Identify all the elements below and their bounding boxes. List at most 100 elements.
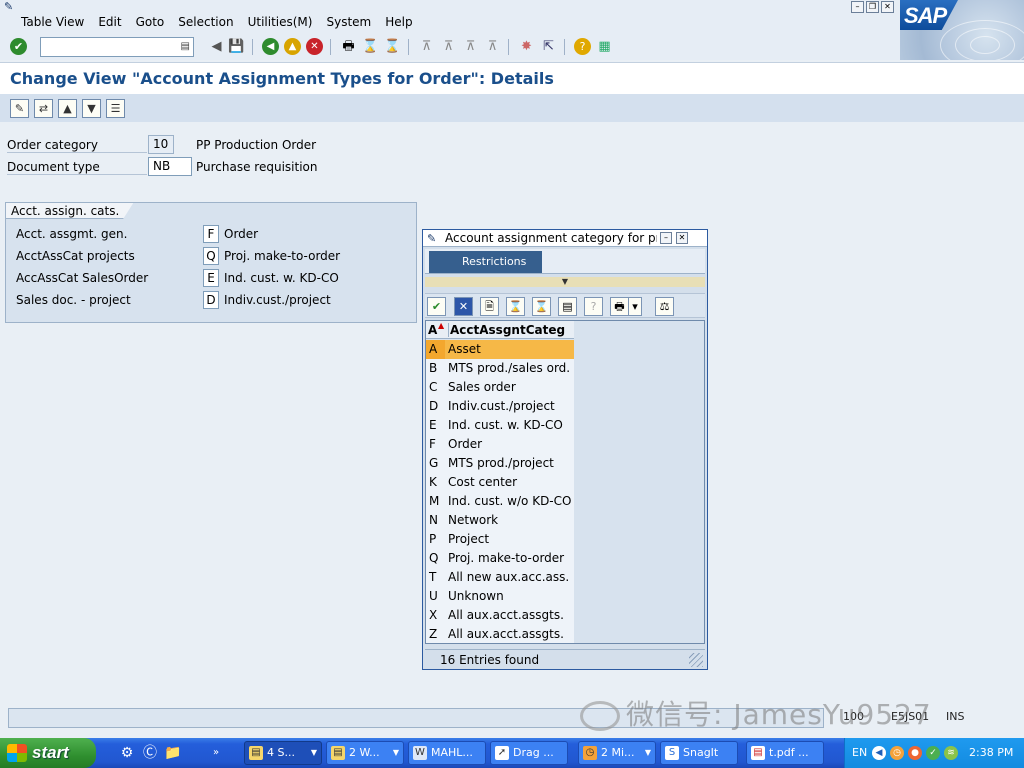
quicklaunch-settings-icon[interactable]: ⚙ (118, 744, 136, 762)
enter-icon[interactable]: ✔ (10, 38, 27, 55)
find-next-icon[interactable]: ⌛ (384, 38, 401, 55)
document-type-field[interactable]: NB (148, 157, 192, 176)
print-menu-icon[interactable]: ▾ (628, 297, 642, 316)
task-sap[interactable]: ▤ 4 S... ▼ (244, 741, 322, 765)
menu-utilities[interactable]: Utilities(M) (248, 15, 313, 29)
sales-doc-project-field[interactable]: D (203, 291, 219, 309)
previous-page-icon[interactable]: ⊼ (440, 38, 457, 55)
command-field[interactable]: ▤ (40, 37, 194, 57)
task-windows-explorer[interactable]: ▤ 2 W... ▼ (326, 741, 404, 765)
menu-selection[interactable]: Selection (178, 15, 233, 29)
menu-goto[interactable]: Goto (136, 15, 165, 29)
close-icon[interactable]: ✕ (881, 1, 894, 13)
task-snagit-icon: S (665, 746, 679, 760)
task-clock-icon: ◷ (583, 746, 597, 760)
list-item[interactable]: K Cost center (426, 473, 574, 492)
restrictions-collapse-handle[interactable]: ▼ (425, 277, 705, 287)
resize-grip-icon[interactable] (689, 653, 703, 667)
new-entry-icon[interactable]: 🗎 (480, 297, 499, 316)
tray-app-icon[interactable]: ● (908, 746, 922, 760)
acct-assgmt-gen-field[interactable]: F (203, 225, 219, 243)
first-page-icon[interactable]: ⊼ (418, 38, 435, 55)
list-item[interactable]: E Ind. cust. w. KD-CO (426, 416, 574, 435)
personalize-icon[interactable]: ⚖ (655, 297, 674, 316)
task-microsoft[interactable]: ◷ 2 Mi... ▼ (578, 741, 656, 765)
list-item[interactable]: P Project (426, 530, 574, 549)
list-item[interactable]: A Asset (426, 340, 574, 359)
exit-icon[interactable]: ▲ (284, 38, 301, 55)
quicklaunch-folder-icon[interactable]: 📁 (164, 744, 182, 762)
information-icon[interactable]: ? (584, 297, 603, 316)
print-icon[interactable]: 🖶 (340, 38, 357, 55)
list-item[interactable]: B MTS prod./sales ord. (426, 359, 574, 378)
list-item[interactable]: U Unknown (426, 587, 574, 606)
list-item[interactable]: C Sales order (426, 378, 574, 397)
popup-tab-strip: Restrictions (425, 249, 705, 274)
last-page-icon[interactable]: ⊼ (484, 38, 501, 55)
collapse-arrow-icon[interactable]: ◀ (208, 38, 225, 55)
list-item[interactable]: X All aux.acct.assgts. (426, 606, 574, 625)
list-item[interactable]: N Network (426, 511, 574, 530)
list-item[interactable]: M Ind. cust. w/o KD-CO (426, 492, 574, 511)
find-next-icon[interactable]: ⌛ (532, 297, 551, 316)
print-icon[interactable]: 🖶 (610, 297, 629, 316)
find-icon[interactable]: ⌛ (506, 297, 525, 316)
popup-minimize-icon[interactable]: – (660, 232, 672, 244)
menu-edit[interactable]: Edit (98, 15, 121, 29)
quicklaunch-browser-icon[interactable]: Ⓒ (141, 744, 159, 762)
details-icon[interactable]: ☰ (106, 99, 125, 118)
next-entry-icon[interactable]: ▼ (82, 99, 101, 118)
tray-clock-icon[interactable]: ◷ (890, 746, 904, 760)
create-session-icon[interactable]: ✸ (518, 38, 535, 55)
column-header-description[interactable]: AcctAssgntCateg (448, 323, 572, 337)
window-menu-icon[interactable]: ✎ (4, 1, 18, 13)
acctasscat-projects-field[interactable]: Q (203, 247, 219, 265)
back-icon[interactable]: ◀ (262, 38, 279, 55)
list-item[interactable]: Q Proj. make-to-order (426, 549, 574, 568)
popup-close-icon[interactable]: ✕ (676, 232, 688, 244)
sort-icon[interactable]: ▤ (558, 297, 577, 316)
command-input[interactable] (41, 38, 171, 56)
order-category-field[interactable]: 10 (148, 135, 174, 154)
task-drag[interactable]: ➚ Drag ... (490, 741, 568, 765)
shortcut-icon[interactable]: ⇱ (540, 38, 557, 55)
cancel-icon[interactable]: ✕ (454, 297, 473, 316)
tray-back-icon[interactable]: ◀ (872, 746, 886, 760)
start-button[interactable]: start (0, 738, 96, 768)
language-indicator[interactable]: EN (852, 746, 867, 759)
display-change-icon[interactable]: ✎ (10, 99, 29, 118)
list-item[interactable]: T All new aux.acc.ass. (426, 568, 574, 587)
task-menu-icon: ▼ (310, 748, 317, 757)
continue-icon[interactable]: ✔ (427, 297, 446, 316)
quicklaunch-expand-icon[interactable]: » (207, 744, 225, 762)
tray-wireless-icon[interactable]: ≋ (944, 746, 958, 760)
list-item[interactable]: Z All aux.acct.assgts. (426, 625, 574, 643)
minimize-icon[interactable]: – (851, 1, 864, 13)
menu-table-view[interactable]: Table View (21, 15, 84, 29)
list-item[interactable]: F Order (426, 435, 574, 454)
layout-menu-icon[interactable]: ▦ (596, 38, 613, 55)
save-icon[interactable]: 💾 (228, 38, 245, 55)
task-folder-icon: ▤ (331, 746, 345, 760)
task-pdf[interactable]: ▤ t.pdf ... (746, 741, 824, 765)
start-label: start (32, 743, 69, 762)
restore-icon[interactable]: ❐ (866, 1, 879, 13)
cancel-icon[interactable]: ✕ (306, 38, 323, 55)
list-item[interactable]: D Indiv.cust./project (426, 397, 574, 416)
command-history-icon[interactable]: ▤ (181, 41, 190, 52)
tab-restrictions[interactable]: Restrictions (429, 251, 542, 273)
help-icon[interactable]: ? (574, 38, 591, 55)
previous-entry-icon[interactable]: ▲ (58, 99, 77, 118)
other-entry-icon[interactable]: ⇄ (34, 99, 53, 118)
accasscat-salesorder-field[interactable]: E (203, 269, 219, 287)
menu-system[interactable]: System (326, 15, 371, 29)
menu-help[interactable]: Help (385, 15, 412, 29)
order-category-label: Order category (7, 138, 147, 153)
tray-network-icon[interactable]: ✓ (926, 746, 940, 760)
list-item[interactable]: G MTS prod./project (426, 454, 574, 473)
next-page-icon[interactable]: ⊼ (462, 38, 479, 55)
task-snagit[interactable]: S SnagIt (660, 741, 738, 765)
popup-window-icon[interactable]: ✎ (427, 232, 436, 245)
task-word-document[interactable]: W MAHL... (408, 741, 486, 765)
find-icon[interactable]: ⌛ (362, 38, 379, 55)
